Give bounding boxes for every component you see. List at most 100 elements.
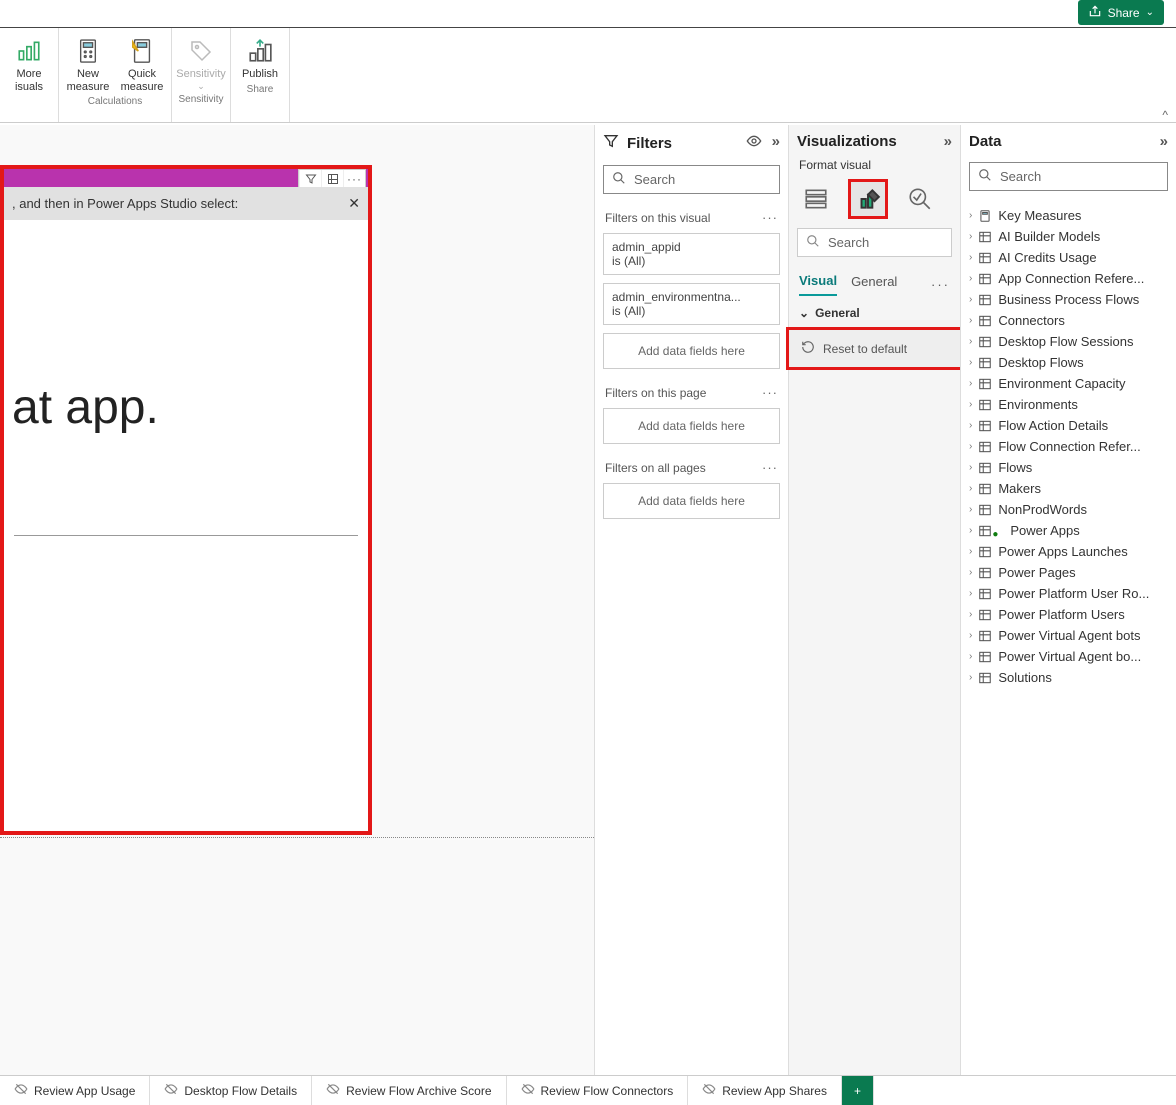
page-tab[interactable]: Review App Shares — [688, 1076, 842, 1105]
table-icon — [978, 608, 992, 622]
collapse-pane-icon[interactable]: » — [1160, 133, 1168, 150]
quick-measure-button[interactable]: Quick measure — [119, 34, 165, 93]
data-table-item[interactable]: ›Solutions — [967, 667, 1170, 688]
more-icon[interactable]: ··· — [762, 210, 778, 225]
collapse-pane-icon[interactable]: » — [944, 133, 952, 150]
visual-toolbar: ··· — [298, 169, 366, 189]
page-tab[interactable]: Review Flow Connectors — [507, 1076, 689, 1105]
table-name: Power Apps — [1010, 523, 1079, 538]
close-icon[interactable]: ✕ — [348, 195, 360, 212]
data-table-item[interactable]: ›Environment Capacity — [967, 373, 1170, 394]
filters-search[interactable]: Search — [603, 165, 780, 194]
chevron-right-icon: › — [969, 588, 972, 599]
data-table-item[interactable]: › Power Apps Launches — [967, 541, 1170, 562]
data-table-item[interactable]: ›Key Measures — [967, 205, 1170, 226]
share-icon — [1088, 4, 1102, 21]
visual-body-text: at app. — [4, 220, 368, 475]
calculator-icon — [74, 36, 102, 66]
data-table-item[interactable]: ›Flow Action Details — [967, 415, 1170, 436]
chevron-down-icon: ⌄ — [1146, 7, 1154, 18]
viz-section-general[interactable]: ⌄ General — [789, 296, 960, 324]
data-table-item[interactable]: ›Power Virtual Agent bots — [967, 625, 1170, 646]
add-page-button[interactable]: + — [842, 1076, 874, 1105]
table-name: Makers — [998, 481, 1041, 496]
data-table-item[interactable]: ›AI Builder Models — [967, 226, 1170, 247]
more-icon[interactable]: ··· — [931, 277, 950, 292]
page-tab[interactable]: Review Flow Archive Score — [312, 1076, 506, 1105]
page-tab[interactable]: Review App Usage — [0, 1076, 150, 1105]
data-table-item[interactable]: ›Makers — [967, 478, 1170, 499]
chevron-right-icon: › — [969, 294, 972, 305]
more-options-icon[interactable]: ··· — [343, 170, 365, 188]
data-table-item[interactable]: ›Flow Connection Refer... — [967, 436, 1170, 457]
chevron-right-icon: › — [969, 504, 972, 515]
reset-to-default-button[interactable]: Reset to default — [789, 330, 960, 367]
more-icon[interactable]: ··· — [762, 460, 778, 475]
data-table-item[interactable]: ›NonProdWords — [967, 499, 1170, 520]
table-icon — [978, 272, 992, 286]
data-table-item[interactable]: ›●Power Apps — [967, 520, 1170, 541]
data-table-item[interactable]: ›Power Virtual Agent bo... — [967, 646, 1170, 667]
data-table-item[interactable]: ›Power Platform Users — [967, 604, 1170, 625]
filter-card[interactable]: admin_appid is (All) — [603, 233, 780, 275]
sensitivity-button[interactable]: Sensitivity ⌄ — [178, 34, 224, 91]
chart-icon — [15, 36, 43, 66]
visual-title-bar[interactable]: ··· — [4, 169, 368, 187]
table-name: Desktop Flow Sessions — [998, 334, 1133, 349]
add-page-filter[interactable]: Add data fields here — [603, 408, 780, 444]
eye-icon[interactable] — [746, 133, 762, 153]
table-icon — [978, 545, 992, 559]
collapse-ribbon-icon[interactable]: ^ — [1162, 108, 1168, 122]
page-tabs: Review App Usage Desktop Flow Details Revi… — [0, 1075, 1176, 1105]
table-icon — [978, 230, 992, 244]
table-name: Business Process Flows — [998, 292, 1139, 307]
canvas-page[interactable]: ··· , and then in Power Apps Studio sele… — [0, 125, 594, 1075]
selected-visual[interactable]: ··· , and then in Power Apps Studio sele… — [0, 165, 372, 835]
data-table-item[interactable]: ›AI Credits Usage — [967, 247, 1170, 268]
more-visuals-button[interactable]: More isuals — [6, 34, 52, 93]
publish-button[interactable]: Publish — [237, 34, 283, 81]
viz-mode-switcher — [789, 178, 960, 224]
data-table-item[interactable]: › Business Process Flows — [967, 289, 1170, 310]
filter-card[interactable]: admin_environmentna... is (All) — [603, 283, 780, 325]
tab-visual[interactable]: Visual — [799, 273, 837, 296]
share-button[interactable]: Share ⌄ — [1078, 0, 1164, 25]
page-tab-label: Review App Usage — [34, 1084, 135, 1098]
format-visual-icon[interactable] — [851, 182, 885, 216]
visual-message-bar: , and then in Power Apps Studio select: … — [4, 187, 368, 220]
data-table-item[interactable]: ›Power Platform User Ro... — [967, 583, 1170, 604]
data-table-item[interactable]: ›Power Pages — [967, 562, 1170, 583]
ribbon: More isuals New measure Quick measure — [0, 28, 1176, 123]
page-tab[interactable]: Desktop Flow Details — [150, 1076, 312, 1105]
data-table-item[interactable]: ›Flows — [967, 457, 1170, 478]
page-tab-label: Desktop Flow Details — [184, 1084, 297, 1098]
data-table-item[interactable]: ›Desktop Flow Sessions — [967, 331, 1170, 352]
focus-mode-icon[interactable] — [321, 170, 343, 188]
search-icon — [612, 171, 626, 188]
chevron-down-icon: ⌄ — [197, 81, 205, 91]
chevron-right-icon: › — [969, 231, 972, 242]
data-table-item[interactable]: ›App Connection Refere... — [967, 268, 1170, 289]
table-name: Power Apps Launches — [998, 544, 1127, 559]
collapse-pane-icon[interactable]: » — [772, 133, 780, 153]
visualizations-pane: Visualizations » Format visual Search Vi… — [788, 125, 960, 1075]
ribbon-group-label: Calculations — [88, 93, 142, 111]
data-search[interactable]: Search — [969, 162, 1168, 191]
data-table-item[interactable]: ›Environments — [967, 394, 1170, 415]
more-icon[interactable]: ··· — [762, 385, 778, 400]
tab-general[interactable]: General — [851, 274, 897, 295]
chevron-down-icon: ⌄ — [799, 306, 809, 320]
filter-icon[interactable] — [299, 170, 321, 188]
table-name: Desktop Flows — [998, 355, 1083, 370]
analytics-icon[interactable] — [903, 182, 937, 216]
add-report-filter[interactable]: Add data fields here — [603, 483, 780, 519]
table-icon — [978, 650, 992, 664]
chevron-right-icon: › — [969, 546, 972, 557]
data-table-item[interactable]: ›Connectors — [967, 310, 1170, 331]
build-visual-icon[interactable] — [799, 182, 833, 216]
viz-search[interactable]: Search — [797, 228, 952, 257]
data-table-item[interactable]: ›Desktop Flows — [967, 352, 1170, 373]
add-visual-filter[interactable]: Add data fields here — [603, 333, 780, 369]
table-name: Power Pages — [998, 565, 1075, 580]
new-measure-button[interactable]: New measure — [65, 34, 111, 93]
